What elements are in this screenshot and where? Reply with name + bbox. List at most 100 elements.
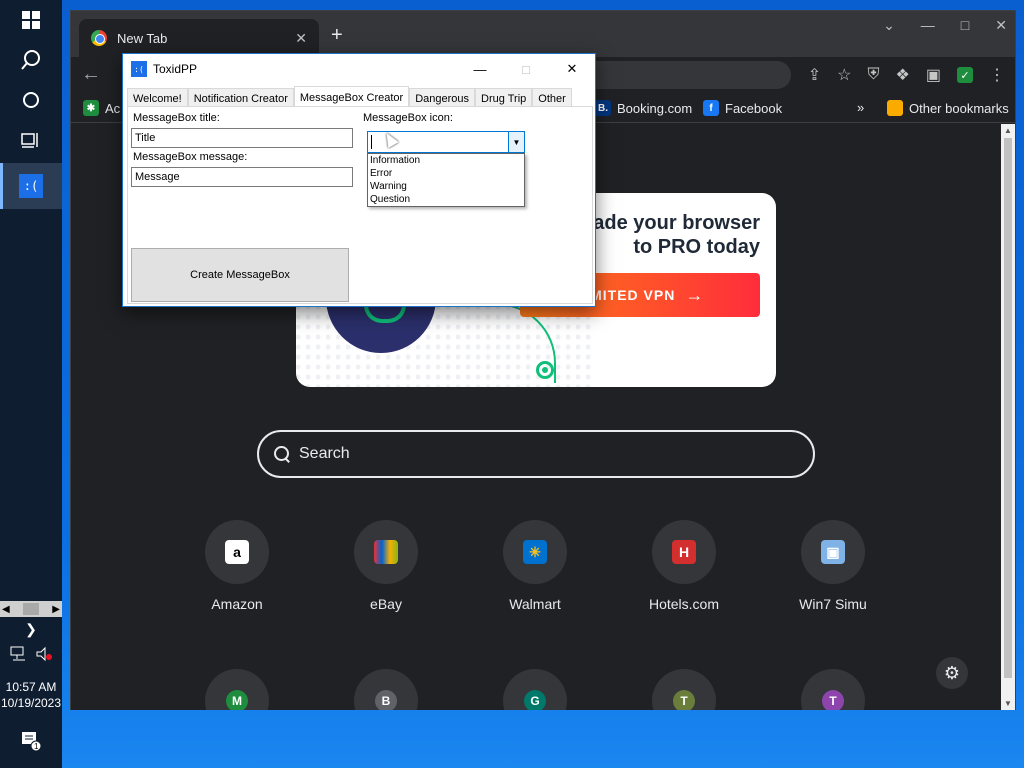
bookmark-label: Other bookmarks — [909, 100, 1009, 116]
shortcut-t1[interactable]: T — [652, 669, 716, 710]
tab-close-icon[interactable]: ✕ — [295, 30, 307, 47]
shortcut-t2[interactable]: T — [801, 669, 865, 710]
promo-headline: ade your browser to PRO today — [593, 211, 760, 259]
maximize-icon[interactable]: □ — [961, 17, 969, 34]
toxidpp-tab-strip: Welcome! Notification Creator MessageBox… — [127, 86, 572, 108]
shortcut-letter-icon: M — [226, 690, 248, 710]
shortcut-g[interactable]: G — [503, 669, 567, 710]
tab-title: New Tab — [117, 30, 168, 46]
dropdown-option-information[interactable]: Information — [368, 154, 524, 167]
bookmark-item-other[interactable]: Other bookmarks — [887, 100, 1009, 116]
text-caret — [371, 135, 372, 149]
notification-center-icon[interactable]: 1 — [0, 730, 62, 752]
scroll-down-icon[interactable]: ▼ — [1004, 699, 1012, 708]
shortcut-b[interactable]: B — [354, 669, 418, 710]
arrow-right-icon: → — [685, 284, 705, 305]
share-icon[interactable]: ⇪ — [808, 65, 821, 85]
taskbar: :( ◀ ▶ ❯ 10:57 AM 10/19/2023 1 — [0, 0, 62, 768]
tab-new-tab[interactable]: New Tab ✕ — [79, 19, 319, 57]
clock-date: 10/19/2023 — [0, 696, 62, 710]
toxidpp-titlebar[interactable]: :( ToxidPP — □ ✕ — [123, 54, 595, 84]
bookmark-item-ac[interactable]: ✱ Ac — [83, 100, 120, 116]
taskbar-app-toxidpp[interactable]: :( — [0, 163, 62, 209]
minimize-icon[interactable]: — — [921, 17, 935, 34]
tab-search-chevron-icon[interactable]: ⌄ — [883, 17, 895, 34]
close-icon[interactable]: ✕ — [549, 54, 595, 84]
customize-gear-icon[interactable]: ⚙ — [936, 657, 968, 689]
cortana-circle-icon[interactable] — [0, 80, 62, 120]
tab-other[interactable]: Other — [532, 88, 572, 108]
shortcut-circle: H — [652, 520, 716, 584]
tab-drug-trip[interactable]: Drug Trip — [475, 88, 533, 108]
bookmark-item-facebook[interactable]: f Facebook — [703, 100, 782, 116]
toxidpp-app-icon: :( — [131, 61, 147, 77]
task-view-icon[interactable] — [0, 120, 62, 160]
search-icon — [273, 445, 291, 463]
page-scrollbar[interactable]: ▲ ▼ — [1001, 124, 1015, 710]
messagebox-icon-label: MessageBox icon: — [363, 112, 453, 124]
window-controls: ⌄ — □ ✕ — [883, 17, 1007, 34]
create-messagebox-button[interactable]: Create MessageBox — [131, 248, 349, 302]
scroll-thumb[interactable] — [23, 603, 39, 615]
puzzle-extensions-icon[interactable]: ❖ — [896, 65, 910, 85]
search-box[interactable]: Search — [257, 430, 815, 478]
shortcut-amazon[interactable]: a Amazon — [177, 520, 297, 612]
messagebox-title-input[interactable] — [131, 128, 353, 148]
shortcut-ebay[interactable]: eBay — [326, 520, 446, 612]
side-panel-icon[interactable]: ▣ — [926, 65, 941, 85]
shortcut-label: Win7 Simu — [799, 596, 867, 612]
kebab-menu-icon[interactable]: ⋮ — [989, 65, 1005, 85]
shortcut-letter-icon: G — [524, 690, 546, 710]
shortcut-walmart[interactable]: ✳ Walmart — [475, 520, 595, 612]
bookmark-star-icon[interactable]: ☆ — [837, 65, 851, 85]
promo-line-2: to PRO today — [633, 236, 760, 258]
shortcut-hotels[interactable]: H Hotels.com — [624, 520, 744, 612]
messagebox-message-input[interactable] — [131, 167, 353, 187]
minimize-icon[interactable]: — — [457, 54, 503, 84]
amazon-icon: a — [225, 540, 249, 564]
scroll-up-icon[interactable]: ▲ — [1004, 126, 1012, 135]
chevron-right-icon[interactable]: ❯ — [0, 621, 62, 638]
windows-start-icon[interactable] — [0, 0, 62, 40]
chevron-down-icon[interactable]: ▼ — [508, 132, 524, 152]
shortcut-letter-icon: T — [822, 690, 844, 710]
dropdown-option-question[interactable]: Question — [368, 193, 524, 206]
walmart-spark-icon: ✳ — [523, 540, 547, 564]
shortcut-circle — [354, 520, 418, 584]
shortcut-letter-icon: B — [375, 690, 397, 710]
tab-dangerous[interactable]: Dangerous — [409, 88, 476, 108]
bookmarks-overflow-icon[interactable]: » — [857, 100, 864, 115]
scroll-left-icon[interactable]: ◀ — [2, 604, 10, 615]
shortcut-label: Walmart — [509, 596, 561, 612]
back-arrow-icon[interactable]: ← — [81, 63, 101, 86]
tab-welcome[interactable]: Welcome! — [127, 88, 188, 108]
new-tab-plus-icon[interactable]: + — [331, 25, 343, 45]
shortcut-win7-simu[interactable]: ▣ Win7 Simu — [773, 520, 893, 612]
scroll-right-icon[interactable]: ▶ — [52, 604, 60, 615]
tab-notification-creator[interactable]: Notification Creator — [187, 88, 294, 108]
security-extension-icon[interactable]: ✓ — [957, 67, 973, 83]
bookmark-item-booking[interactable]: B. Booking.com — [595, 100, 692, 116]
tab-messagebox-creator[interactable]: MessageBox Creator — [293, 86, 410, 108]
shield-extension-icon[interactable]: ⛨ — [868, 66, 880, 84]
speaker-muted-icon[interactable] — [36, 646, 52, 662]
dropdown-option-error[interactable]: Error — [368, 167, 524, 180]
close-window-icon[interactable]: ✕ — [995, 17, 1007, 34]
system-clock[interactable]: 10:57 AM 10/19/2023 — [0, 679, 62, 711]
toxidpp-app-icon: :( — [19, 174, 43, 198]
bookmark-label: Ac — [105, 100, 121, 116]
toxidpp-window: :( ToxidPP — □ ✕ Welcome! Notification C… — [122, 53, 596, 307]
scroll-thumb[interactable] — [1004, 138, 1012, 678]
location-dot-icon — [536, 361, 554, 379]
bookmark-label: Booking.com — [617, 100, 693, 116]
computer-monitor-icon: ▣ — [821, 540, 845, 564]
tray-scrollbar[interactable]: ◀ ▶ — [0, 601, 62, 617]
window-title: ToxidPP — [153, 62, 198, 76]
shortcut-m[interactable]: M — [205, 669, 269, 710]
search-icon[interactable] — [0, 40, 62, 80]
network-icon[interactable] — [10, 646, 28, 662]
messagebox-creator-panel: MessageBox title: MessageBox message: Me… — [127, 106, 593, 304]
dropdown-option-warning[interactable]: Warning — [368, 180, 524, 193]
overflow-chevron: » — [857, 100, 865, 115]
chrome-tab-strip: New Tab ✕ + ⌄ — □ ✕ — [71, 11, 1015, 57]
